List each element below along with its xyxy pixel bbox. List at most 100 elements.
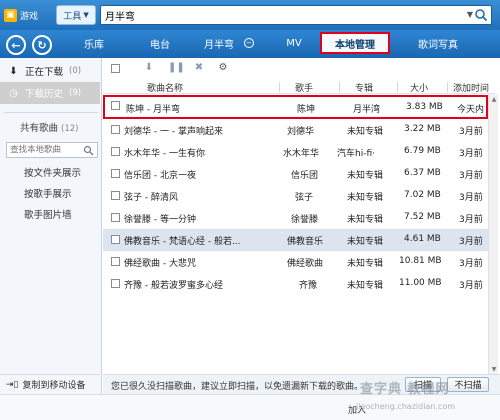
row-checkbox[interactable] (111, 279, 120, 288)
tab-lyrics-photo[interactable]: 歌词写真 (408, 30, 468, 56)
download-icon[interactable]: ⬇ (143, 62, 155, 74)
song-artist: 水木年华 (283, 149, 320, 159)
song-name: 陈坤 - 月半弯 (126, 105, 180, 115)
song-size: 6.37 MB (404, 168, 441, 178)
table-row[interactable]: 齐豫 - 般若波罗蜜多心经 齐豫 未知专辑 11.00 MB 3月前 (103, 273, 488, 295)
scroll-down-icon[interactable]: ▼ (490, 366, 498, 374)
delete-icon[interactable]: ✖ (193, 62, 205, 74)
table-row[interactable]: 弦子 - 醉清风 弦子 未知专辑 7.02 MB 3月前 (103, 185, 488, 207)
row-checkbox[interactable] (111, 169, 120, 178)
chevron-down-icon: ▼ (83, 11, 89, 19)
scan-message: 您已很久没扫描歌曲，建议立即扫描，以免遗漏新下载的歌曲。 (111, 382, 364, 392)
song-name: 水木年华 - 一生有你 (124, 149, 205, 159)
song-album: 未知专辑 (347, 259, 384, 269)
col-size[interactable]: 大小 (410, 81, 428, 94)
song-added: 3月前 (459, 193, 483, 203)
divider (4, 112, 98, 113)
song-size: 11.00 MB (399, 278, 442, 288)
table-row-selected[interactable]: 佛教音乐 - 梵语心经 - 般若... 佛教音乐 未知专辑 4.61 MB 3月… (103, 229, 488, 251)
row-checkbox[interactable] (111, 235, 120, 244)
no-scan-button[interactable]: 不扫描 (447, 377, 489, 392)
table-row[interactable]: 佛经歌曲 - 大悲咒 佛经歌曲 未知专辑 10.81 MB 3月前 (103, 251, 488, 273)
table-row[interactable]: 徐誉滕 - 等一分钟 徐誉滕 未知专辑 7.52 MB 3月前 (103, 207, 488, 229)
song-album: 汽车hi-fi· (337, 149, 375, 159)
row-checkbox[interactable] (111, 125, 120, 134)
row-checkbox[interactable] (111, 213, 120, 222)
scroll-up-icon[interactable]: ▲ (490, 96, 498, 104)
sidebar-item-history[interactable]: ◷ 下载历史 (9) (0, 82, 100, 104)
song-artist: 佛教音乐 (287, 237, 324, 247)
watermark-url: jiaocheng.chazidian.com (356, 402, 456, 411)
table-row[interactable]: 刘德华 - 一 - 掌声响起来 刘德华 未知专辑 3.22 MB 3月前 (103, 119, 488, 141)
search-icon[interactable] (474, 8, 488, 22)
song-size: 6.79 MB (404, 146, 441, 156)
song-size: 10.81 MB (399, 256, 442, 266)
table-row[interactable]: 信乐团 - 北京一夜 信乐团 未知专辑 6.37 MB 3月前 (103, 163, 488, 185)
song-name: 信乐团 - 北京一夜 (124, 171, 196, 181)
search-icon[interactable] (83, 145, 94, 156)
row-checkbox[interactable] (111, 101, 120, 110)
tab-mv[interactable]: MV (274, 30, 314, 56)
row-checkbox[interactable] (111, 147, 120, 156)
local-search-box (6, 142, 98, 158)
download-icon: ⬇ (9, 65, 18, 77)
song-album: 未知专辑 (347, 171, 384, 181)
sidebar: ⬇ 正在下载 (0) ◷ 下载历史 (9) 共有歌曲 (12) (0, 58, 102, 408)
song-size: 7.52 MB (404, 212, 441, 222)
table-row[interactable]: 陈坤 - 月半弯 陈坤 月半湾 3.83 MB 今天内 (103, 95, 488, 119)
sidebar-link-by-folder[interactable]: 按文件夹展示 (24, 165, 81, 179)
back-arrow-icon[interactable]: ← (6, 35, 26, 55)
col-artist[interactable]: 歌手 (295, 81, 313, 94)
gear-icon[interactable]: ⚙ (217, 62, 229, 74)
tab-now-playing[interactable]: 月半弯 − (196, 30, 262, 56)
sidebar-item-downloading[interactable]: ⬇ 正在下载 (0) (0, 60, 100, 82)
song-size: 3.83 MB (406, 102, 443, 112)
table-header: 歌曲名称 歌手 专辑 大小 添加时间 (103, 80, 495, 94)
song-added: 3月前 (459, 149, 483, 159)
search-dropdown-icon[interactable]: ▼ (467, 10, 473, 19)
game-icon: ▣ (4, 8, 17, 22)
sidebar-link-artist-wall[interactable]: 歌手图片墙 (24, 207, 72, 221)
row-checkbox[interactable] (111, 191, 120, 200)
col-added[interactable]: 添加时间 (453, 81, 489, 94)
song-artist: 齐豫 (299, 281, 318, 291)
song-album: 月半湾 (353, 105, 381, 115)
top-toolbar: ▣ 游戏 工具 ▼ ▼ (0, 0, 500, 30)
song-added: 3月前 (459, 171, 483, 181)
song-name: 齐豫 - 般若波罗蜜多心经 (124, 281, 223, 291)
tools-menu-button[interactable]: 工具 ▼ (56, 5, 96, 25)
tab-local-manage[interactable]: 本地管理 (320, 32, 390, 54)
table-row[interactable]: 水木年华 - 一生有你 水木年华 汽车hi-fi· 6.79 MB 3月前 (103, 141, 488, 163)
col-album[interactable]: 专辑 (355, 81, 373, 94)
device-icon: ⇥▯ (6, 379, 19, 390)
game-button[interactable]: ▣ 游戏 (4, 6, 52, 24)
shared-songs-label[interactable]: 共有歌曲 (12) (20, 120, 79, 134)
song-artist: 佛经歌曲 (287, 259, 324, 269)
game-label: 游戏 (20, 11, 39, 22)
song-added: 3月前 (459, 281, 483, 291)
sidebar-link-by-artist[interactable]: 按歌手展示 (24, 186, 72, 200)
row-checkbox[interactable] (111, 257, 120, 266)
song-artist: 信乐团 (291, 171, 319, 181)
scrollbar[interactable]: ▲ ▼ (488, 94, 498, 376)
clock-icon: ◷ (9, 87, 18, 99)
pause-icon[interactable]: ❚❚ (168, 62, 185, 74)
song-album: 未知专辑 (347, 193, 384, 203)
refresh-icon[interactable]: ↻ (32, 35, 52, 55)
song-size: 7.02 MB (404, 190, 441, 200)
col-name[interactable]: 歌曲名称 (147, 81, 183, 94)
search-input[interactable] (105, 8, 455, 23)
copy-to-device-button[interactable]: ⇥▯ 复制到移动设备 (0, 374, 100, 394)
select-all-checkbox[interactable] (111, 64, 120, 73)
play-mini-icon: − (244, 38, 254, 48)
song-added: 3月前 (459, 215, 483, 225)
local-search-input[interactable] (10, 144, 80, 156)
song-name: 弦子 - 醉清风 (124, 193, 178, 203)
tab-radio[interactable]: 电台 (138, 30, 182, 56)
song-added: 3月前 (459, 259, 483, 269)
song-album: 未知专辑 (347, 127, 384, 137)
search-box: ▼ (100, 5, 492, 25)
tab-library[interactable]: 乐库 (72, 30, 116, 56)
song-album: 未知专辑 (347, 281, 384, 291)
song-name: 佛教音乐 - 梵语心经 - 般若... (124, 237, 241, 247)
